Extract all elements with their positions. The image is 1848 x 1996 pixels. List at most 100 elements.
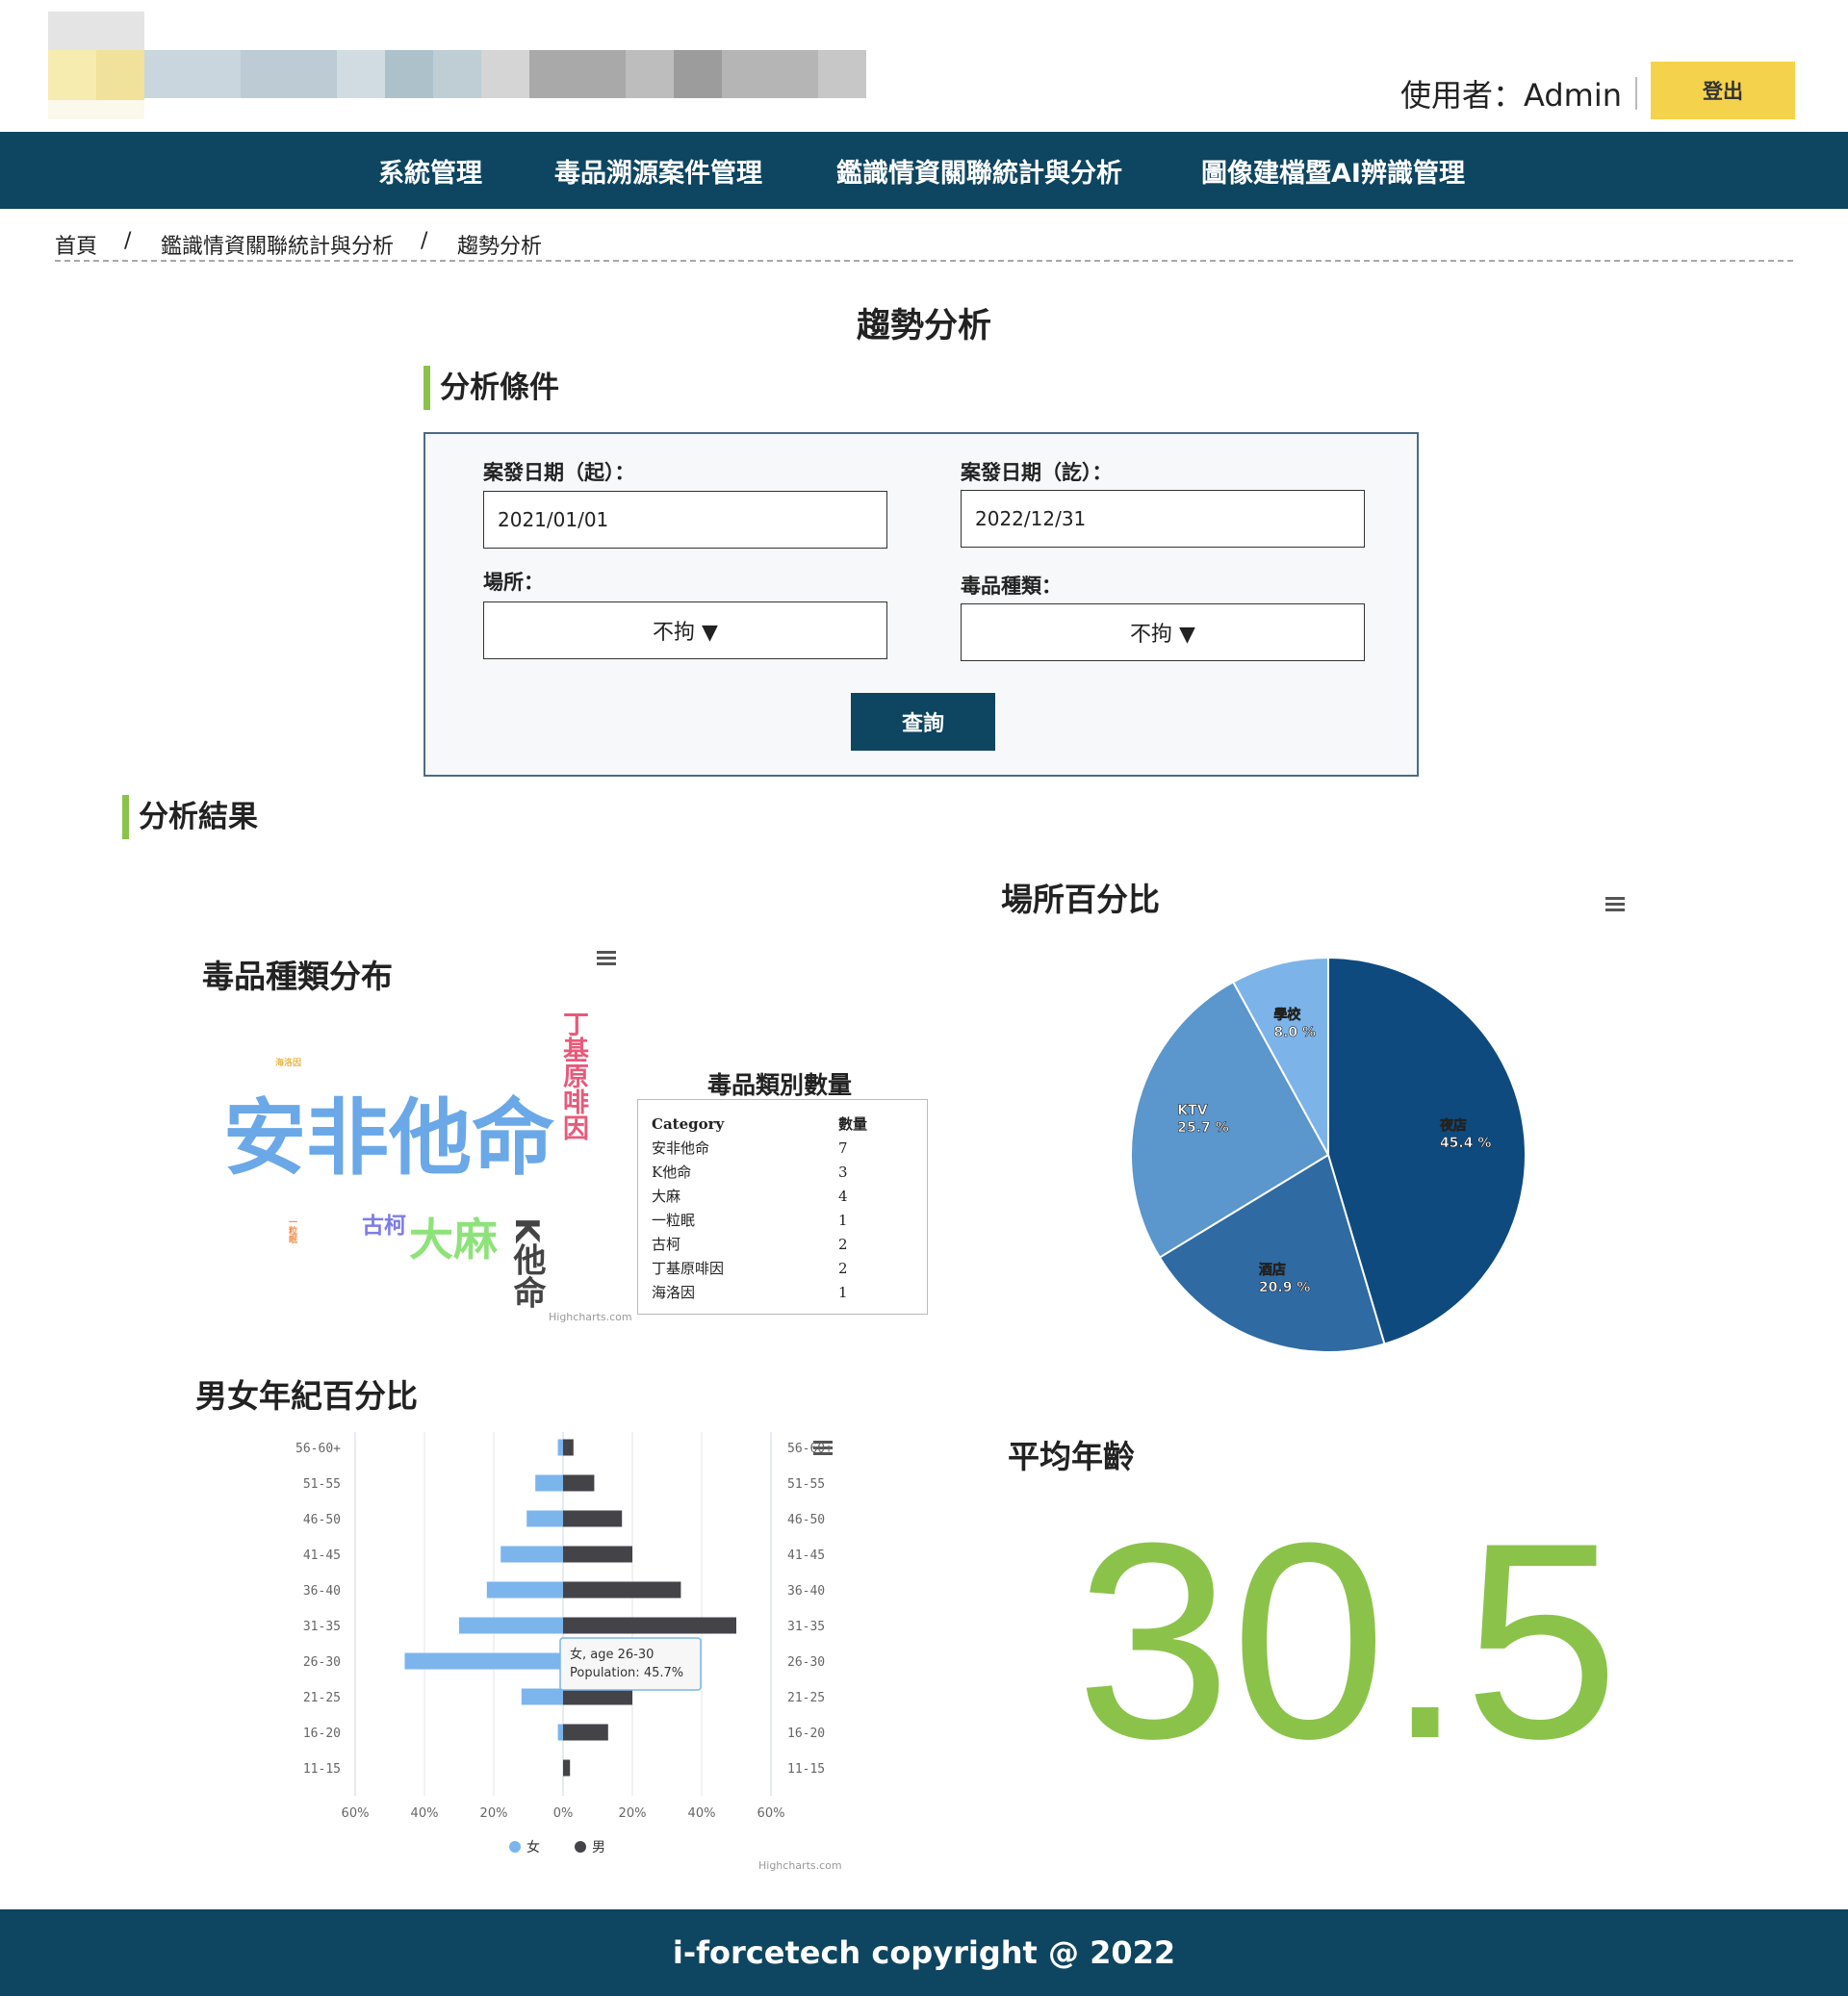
avg-age-title: 平均年齡 — [1008, 1438, 1135, 1475]
y-axis-tick-label: 56-60+ — [295, 1442, 341, 1456]
y-axis-tick-label: 46-50 — [787, 1513, 825, 1527]
bar-female — [557, 1439, 563, 1456]
avg-age-value: 30.5 — [1075, 1485, 1620, 1797]
pie-slice-label: 夜店 — [1439, 1117, 1467, 1134]
count-cell: 2 — [838, 1235, 848, 1253]
table-row: 丁基原啡因 2 — [652, 1256, 867, 1280]
drug-count-table: Category 數量 安非他命 7 K他命 3 大麻 4 一粒眠 1 古柯 2 丁基原啡… — [637, 1099, 928, 1315]
category-cell: 海洛因 — [652, 1284, 696, 1301]
nav-item-system-management[interactable]: 系統管理 — [378, 132, 482, 209]
y-axis-tick-label: 31-35 — [303, 1620, 341, 1634]
place-label: 場所： — [483, 571, 544, 594]
wordcloud-word: K他命 — [507, 1217, 546, 1309]
bar-female — [486, 1581, 563, 1599]
y-axis-tick-label: 26-30 — [303, 1655, 341, 1670]
legend-marker-female — [509, 1841, 521, 1853]
wordcloud-word: 安非他命 — [223, 1090, 554, 1187]
table-row: 一粒眠 1 — [652, 1208, 867, 1232]
bar-male — [563, 1510, 623, 1527]
current-user-label: 使用者：Admin — [1400, 77, 1622, 114]
y-axis-tick-label: 16-20 — [787, 1727, 825, 1741]
footer-copyright: i-forcetech copyright @ 2022 — [0, 1909, 1848, 1996]
column-header-count: 數量 — [838, 1115, 868, 1133]
breadcrumb-current: 趨勢分析 — [457, 235, 543, 259]
wordcloud-credits[interactable]: Highcharts.com — [549, 1311, 632, 1323]
y-axis-tick-label: 36-40 — [303, 1584, 341, 1599]
wordcloud-word: 古柯 — [362, 1214, 406, 1239]
table-row: 海洛因 1 — [652, 1280, 867, 1304]
bar-female — [521, 1688, 563, 1705]
y-axis-tick-label: 36-40 — [787, 1584, 825, 1599]
legend-label-male: 男 — [592, 1840, 605, 1855]
bar-male — [563, 1617, 736, 1634]
wordcloud-word: 海洛因 — [275, 1059, 302, 1068]
place-select[interactable]: 不拘 ▼ — [483, 601, 887, 659]
tooltip-title: 女, age 26-30 — [570, 1647, 654, 1662]
pyramid-chart-title: 男女年紀百分比 — [195, 1377, 418, 1415]
category-cell: 丁基原啡因 — [652, 1260, 725, 1277]
nav-item-image-ai-management[interactable]: 圖像建檔暨AI辨識管理 — [1201, 132, 1465, 209]
main-navbar: 系統管理 毒品溯源案件管理 鑑識情資關聯統計與分析 圖像建檔暨AI辨識管理 — [0, 132, 1848, 209]
query-button[interactable]: 查詢 — [851, 693, 995, 751]
table-header-row: Category 數量 — [652, 1112, 867, 1136]
pie-slice-value: 20.9 % — [1259, 1280, 1310, 1295]
y-axis-tick-label: 11-15 — [787, 1762, 825, 1777]
legend-label-female: 女 — [526, 1839, 540, 1855]
y-axis-tick-label: 41-45 — [787, 1548, 825, 1563]
pie-slice-label: 酒店 — [1259, 1262, 1286, 1278]
bar-female — [404, 1652, 563, 1670]
wordcloud-word: 丁基原啡因 — [558, 1011, 588, 1140]
breadcrumb-home[interactable]: 首頁 — [55, 229, 97, 260]
start-date-input[interactable]: 2021/01/01 — [483, 491, 887, 549]
pie-chart-title: 場所百分比 — [1001, 881, 1160, 918]
chart-tooltip — [559, 1637, 702, 1691]
logout-button[interactable]: 登出 — [1651, 62, 1795, 119]
tooltip-value: Population: 45.7% — [570, 1666, 683, 1680]
category-cell: 一粒眠 — [652, 1212, 696, 1229]
x-axis-tick-label: 60% — [342, 1806, 370, 1821]
y-axis-tick-label: 51-55 — [787, 1477, 825, 1492]
y-axis-tick-label: 21-25 — [303, 1691, 341, 1705]
x-axis-tick-label: 20% — [480, 1806, 508, 1821]
drug-table-title: 毒品類別數量 — [706, 1071, 852, 1099]
conditions-section-title: 分析條件 — [424, 366, 559, 410]
y-axis-tick-label: 16-20 — [303, 1727, 341, 1741]
drug-type-select[interactable]: 不拘 ▼ — [961, 603, 1365, 661]
x-axis-tick-label: 40% — [411, 1806, 439, 1821]
nav-item-drug-case-management[interactable]: 毒品溯源案件管理 — [554, 132, 762, 209]
bar-male — [563, 1439, 574, 1456]
nav-item-forensic-analysis[interactable]: 鑑識情資關聯統計與分析 — [836, 132, 1122, 209]
category-cell: 安非他命 — [652, 1139, 710, 1157]
drug-type-label: 毒品種類： — [961, 575, 1062, 598]
end-date-input[interactable]: 2022/12/31 — [961, 490, 1365, 548]
results-section-title: 分析結果 — [122, 795, 258, 839]
wordcloud-word: 大麻 — [409, 1214, 498, 1266]
bar-male — [563, 1474, 595, 1492]
bar-male — [563, 1581, 681, 1599]
header-divider — [1635, 77, 1637, 110]
bar-female — [500, 1546, 563, 1563]
age-pyramid-chart: 56-60+ 56-60+ 51-55 51-55 46-50 46-50 41-45 41-… — [295, 1432, 833, 1855]
site-logo — [48, 12, 876, 119]
table-row: 古柯 2 — [652, 1232, 867, 1256]
pie-slice-value: 8.0 % — [1273, 1025, 1316, 1040]
x-axis-tick-label: 20% — [619, 1806, 647, 1821]
count-cell: 1 — [838, 1211, 848, 1229]
wordcloud-menu-icon[interactable] — [597, 951, 616, 966]
breadcrumb-separator: / — [124, 229, 132, 253]
y-axis-tick-label: 41-45 — [303, 1548, 341, 1563]
bar-female — [459, 1617, 563, 1634]
count-cell: 2 — [838, 1259, 848, 1277]
pie-slice-value: 45.4 % — [1440, 1136, 1491, 1151]
breadcrumb: 首頁 / 鑑識情資關聯統計與分析 / 趨勢分析 — [55, 227, 1793, 262]
pie-menu-icon[interactable] — [1605, 897, 1625, 912]
category-cell: 大麻 — [652, 1188, 681, 1205]
x-axis-tick-label: 0% — [553, 1806, 574, 1821]
count-cell: 3 — [838, 1163, 848, 1181]
pyramid-credits[interactable]: Highcharts.com — [758, 1859, 842, 1872]
breadcrumb-forensic-analysis[interactable]: 鑑識情資關聯統計與分析 — [161, 229, 394, 260]
y-axis-tick-label: 56-60+ — [787, 1442, 833, 1456]
column-header-category: Category — [652, 1114, 725, 1133]
legend-marker-male — [575, 1841, 586, 1853]
bar-male — [563, 1724, 608, 1741]
